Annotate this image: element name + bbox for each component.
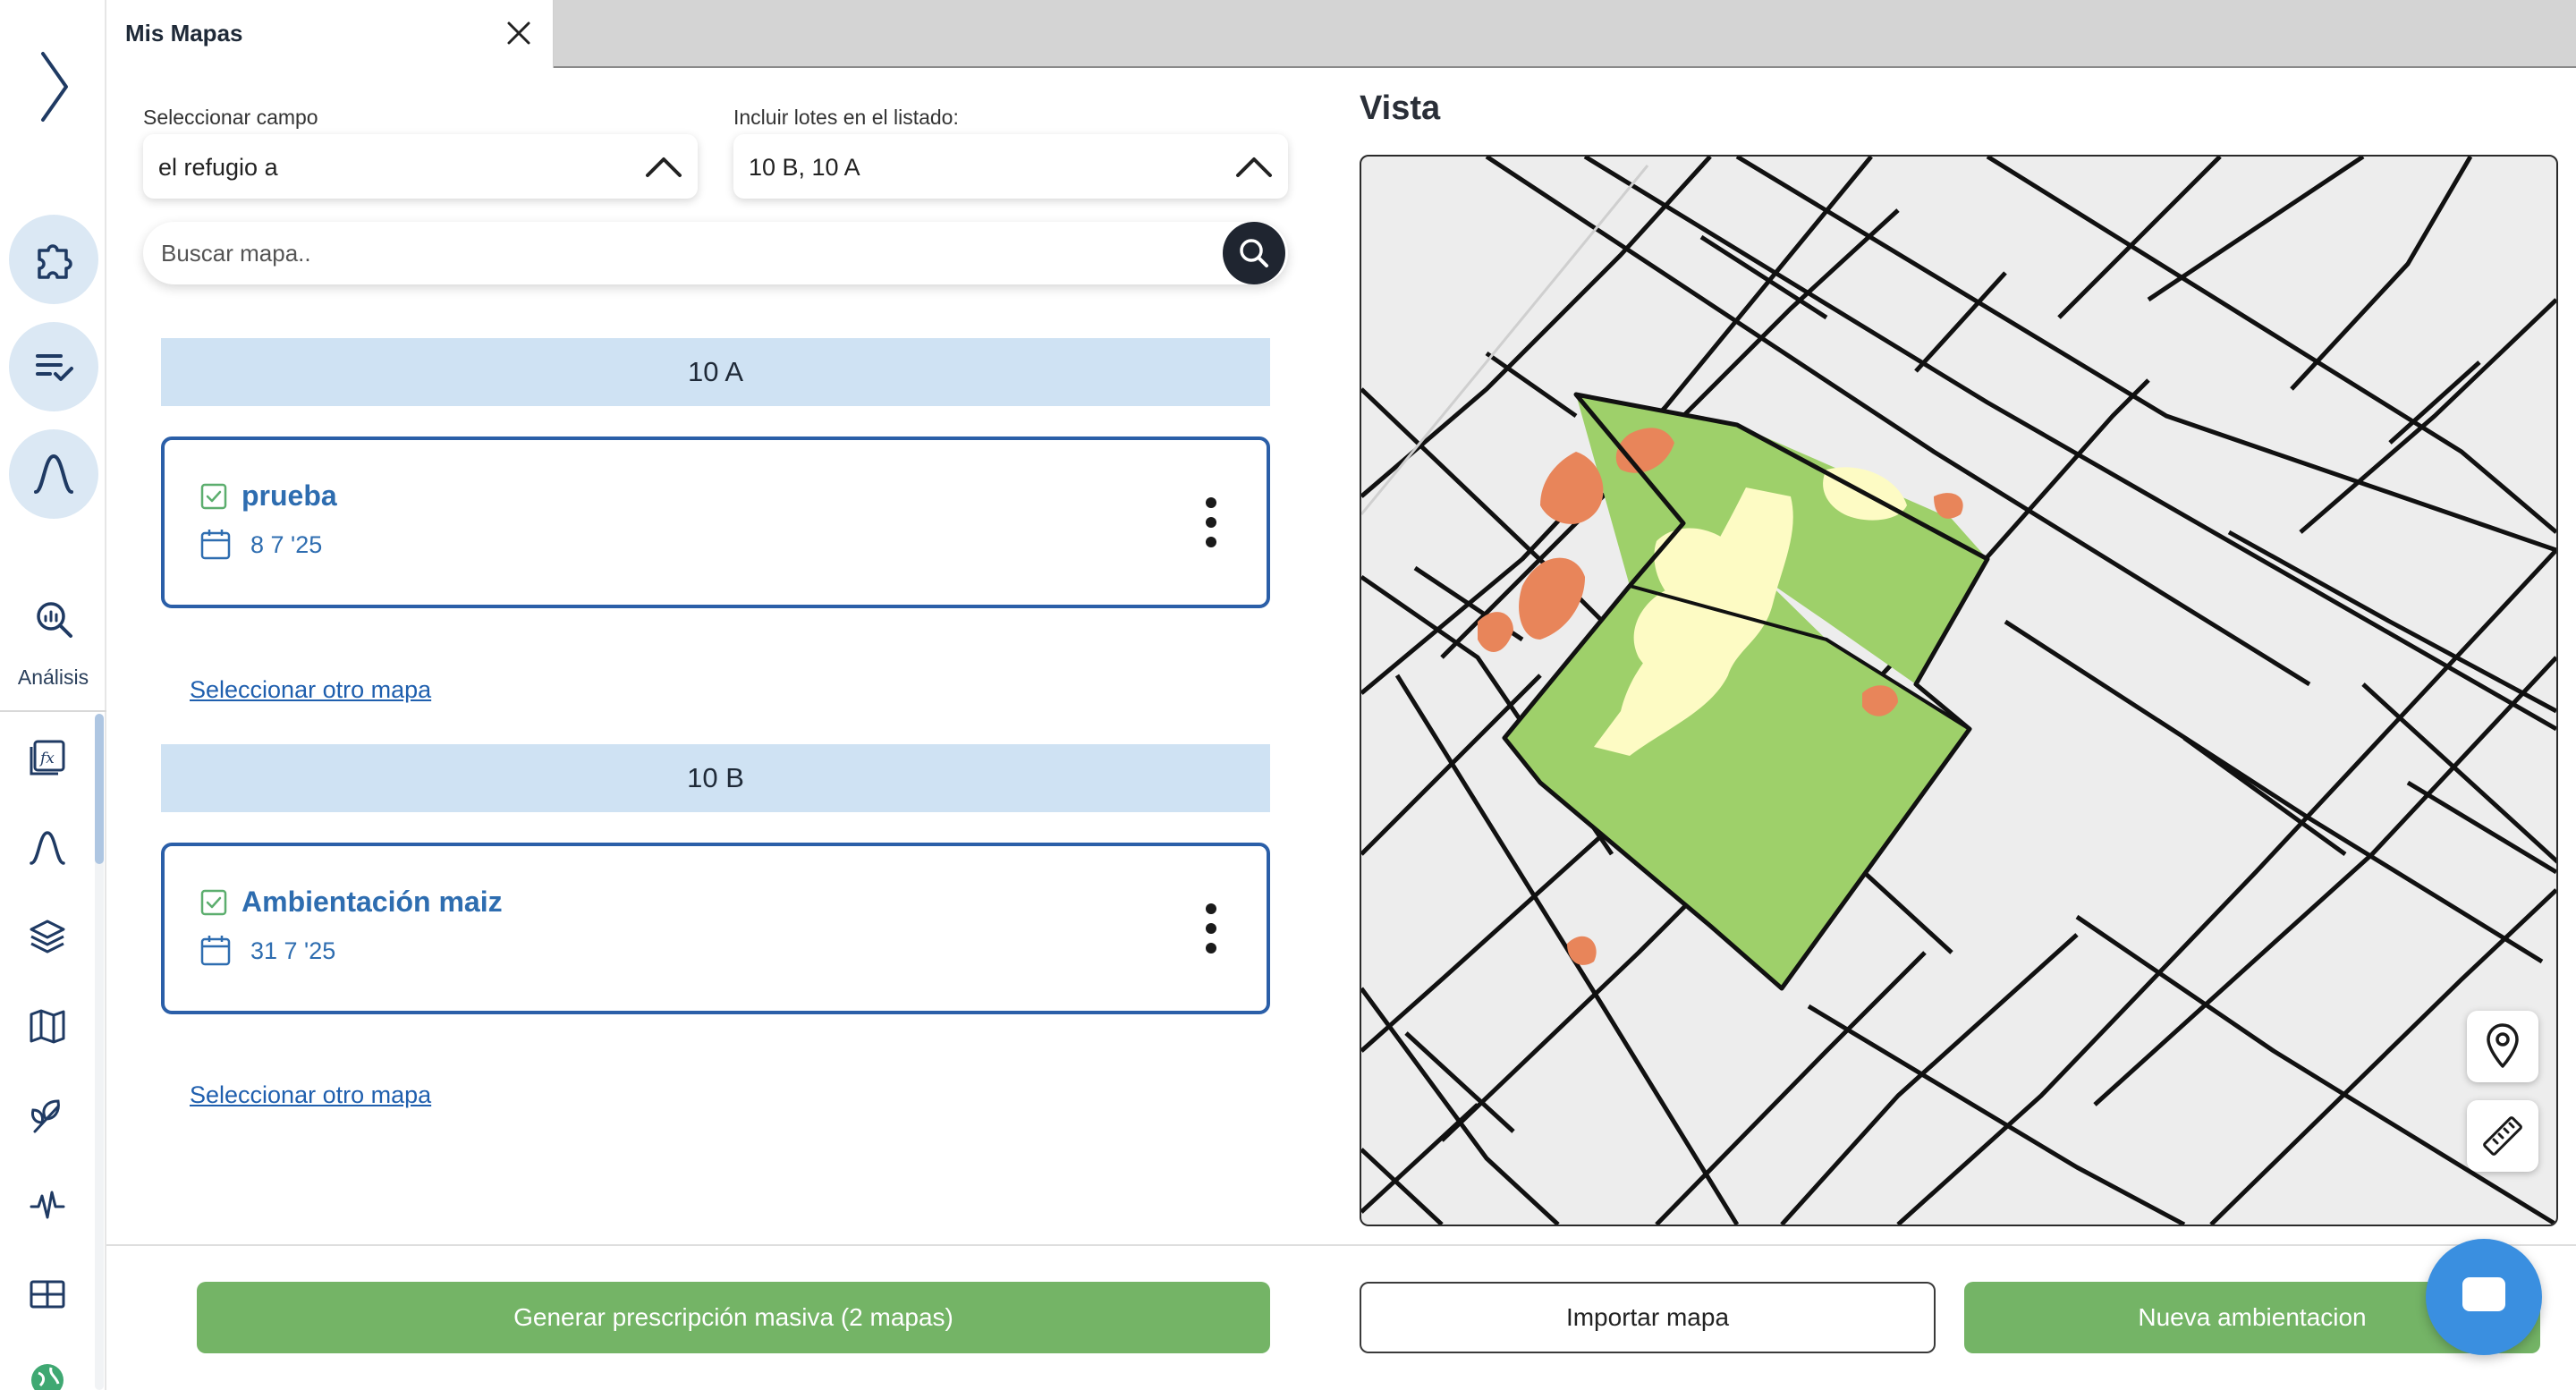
layers-icon[interactable] [23,912,72,961]
tab-bar: Mis Mapas [106,0,2576,68]
check-icon [200,889,227,916]
ruler-icon[interactable] [2467,1100,2538,1172]
pulse-icon[interactable] [23,1181,72,1229]
map-date: 8 7 '25 [250,531,323,558]
app-root: Análisis fx Mis Mapas Seleccionar campo … [0,0,2576,1390]
rail-scrollbar[interactable] [95,714,104,864]
checklist-icon[interactable] [9,322,98,411]
curve-tool-icon[interactable] [23,823,72,871]
select-other-map-link[interactable]: Seleccionar otro mapa [190,676,431,704]
campo-select[interactable]: el refugio a [143,134,698,199]
analysis-label: Análisis [17,665,89,689]
tab-title: Mis Mapas [125,20,243,47]
group-header-10b: 10 B [161,744,1270,812]
more-options-icon[interactable] [1193,900,1229,957]
search-icon [1240,239,1268,267]
tab-mis-mapas[interactable]: Mis Mapas [106,0,554,68]
select-other-map-link[interactable]: Seleccionar otro mapa [190,1081,431,1109]
chevron-up-icon [1236,157,1272,177]
globe-icon[interactable] [23,1356,72,1390]
check-icon [200,483,227,510]
grid-icon[interactable] [23,1270,72,1318]
chat-bubble-icon[interactable] [2426,1239,2542,1355]
footer-divider [106,1244,2576,1246]
search-button[interactable] [1223,222,1285,284]
analysis-button[interactable]: Análisis [0,590,106,698]
location-pin-icon[interactable] [2467,1011,2538,1082]
campo-label: Seleccionar campo [143,106,318,129]
chevron-right-icon[interactable] [32,47,75,127]
field-map [1361,157,2556,1225]
lotes-value: 10 B, 10 A [749,154,860,181]
calendar-icon [200,530,231,560]
preview-title: Vista [1360,89,1441,127]
lotes-label: Incluir lotes en el listado: [733,106,959,129]
analytics-search-icon [37,602,72,638]
generate-prescription-button[interactable]: Generar prescripción masiva (2 mapas) [197,1282,1270,1353]
map-icon[interactable] [23,1002,72,1050]
close-icon[interactable] [502,16,536,50]
map-date: 31 7 '25 [250,937,336,964]
calendar-icon [200,936,231,966]
campo-value: el refugio a [158,154,278,181]
search-bar [143,222,1288,284]
map-preview[interactable] [1360,155,2558,1226]
puzzle-icon[interactable] [9,215,98,304]
lotes-select[interactable]: 10 B, 10 A [733,134,1288,199]
map-name: Ambientación maiz [242,886,503,918]
group-header-10a: 10 A [161,338,1270,406]
more-options-icon[interactable] [1193,494,1229,551]
map-card-ambientacion-maiz[interactable]: Ambientación maiz 31 7 '25 [161,843,1270,1014]
curve-icon[interactable] [9,429,98,519]
plant-icon[interactable] [23,1091,72,1140]
chart-formula-icon[interactable]: fx [23,733,72,782]
map-name: prueba [242,479,337,512]
import-map-button[interactable]: Importar mapa [1360,1282,1936,1353]
svg-text:fx: fx [38,750,55,767]
rail-divider [0,710,106,712]
chevron-up-icon [646,157,682,177]
map-card-prueba[interactable]: prueba 8 7 '25 [161,436,1270,608]
left-rail: Análisis fx [0,0,106,1390]
search-input[interactable] [161,222,1181,284]
